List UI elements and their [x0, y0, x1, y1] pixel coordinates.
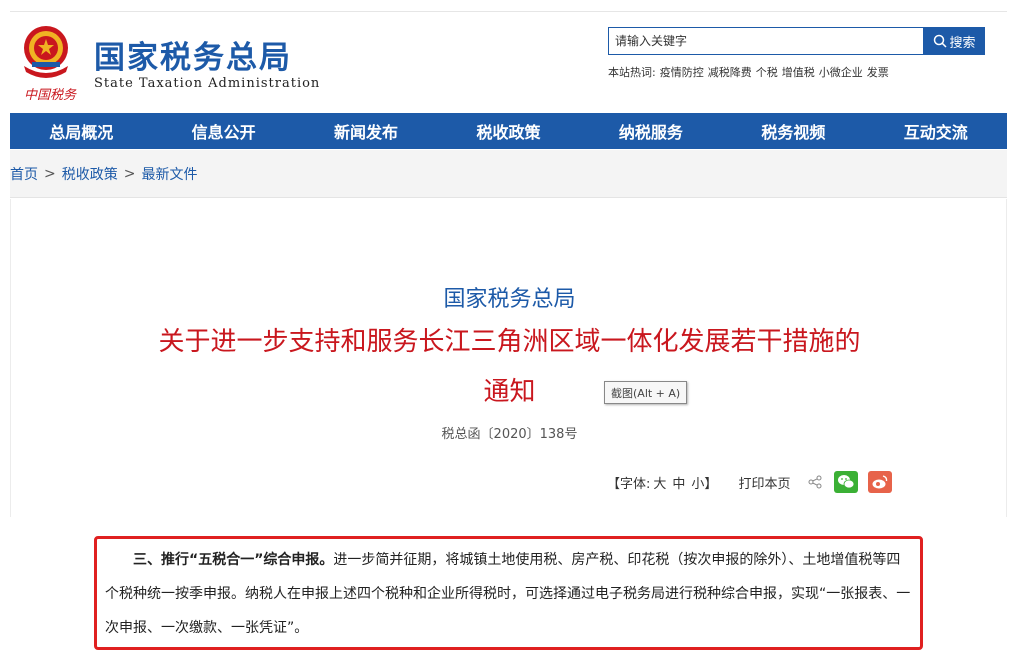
screenshot-tooltip: 截图(Alt + A) — [604, 381, 688, 404]
search-box — [608, 27, 924, 55]
font-size-small[interactable]: 小】 — [691, 473, 717, 492]
nav-item-news[interactable]: 新闻发布 — [295, 113, 437, 149]
article-title: 关于进一步支持和服务长江三角洲区域一体化发展若干措施的通知 — [158, 327, 861, 407]
hot-word[interactable]: 减税降费 — [708, 66, 752, 79]
excerpt-area: 三、推行“五税合一”综合申报。进一步简并征期，将城镇土地使用税、房产税、印花税（… — [10, 527, 1007, 661]
tax-emblem-icon — [24, 26, 68, 78]
breadcrumb-tax-policy[interactable]: 税收政策 — [62, 164, 118, 184]
article: 国家税务总局 关于进一步支持和服务长江三角洲区域一体化发展若干措施的通知 截图(… — [10, 199, 1007, 517]
search-icon — [934, 34, 948, 48]
hot-word[interactable]: 发票 — [867, 66, 889, 79]
highlighted-excerpt: 三、推行“五税合一”综合申报。进一步简并征期，将城镇土地使用税、房产税、印花税（… — [94, 536, 923, 650]
font-size-label: 【字体: — [607, 476, 651, 492]
nav-item-taxpayer-service[interactable]: 纳税服务 — [580, 113, 722, 149]
breadcrumb: 首页 > 税收政策 > 最新文件 — [10, 150, 1007, 198]
hot-word[interactable]: 增值税 — [782, 66, 815, 79]
search-input[interactable] — [609, 28, 923, 54]
wechat-icon — [838, 475, 855, 489]
breadcrumb-separator: > — [123, 165, 136, 182]
weibo-share-icon[interactable] — [868, 471, 893, 493]
hot-word[interactable]: 疫情防控 — [660, 66, 704, 79]
weibo-icon — [872, 475, 888, 489]
breadcrumb-latest-docs[interactable]: 最新文件 — [141, 164, 197, 184]
article-tools: 【字体: 大 中 小】 打印本页 — [607, 467, 893, 497]
wechat-share-icon[interactable] — [834, 471, 859, 493]
hot-word[interactable]: 小微企业 — [819, 66, 863, 79]
site-title[interactable]: 国家税务总局 — [94, 32, 292, 77]
main-nav: 总局概况 信息公开 新闻发布 税收政策 纳税服务 税务视频 互动交流 — [10, 113, 1007, 149]
print-button[interactable]: 打印本页 — [738, 473, 790, 492]
breadcrumb-separator: > — [44, 165, 56, 182]
excerpt-paragraph: 三、推行“五税合一”综合申报。进一步简并征期，将城镇土地使用税、房产税、印花税（… — [105, 543, 912, 645]
hot-words-label: 本站热词: — [608, 66, 656, 79]
search-button[interactable]: 搜索 — [924, 27, 985, 55]
emblem-caption: 中国税务 — [24, 88, 77, 103]
breadcrumb-home[interactable]: 首页 — [10, 164, 38, 184]
share-icon[interactable] — [808, 475, 822, 489]
document-number: 税总函〔2020〕138号 — [441, 427, 578, 442]
hot-word[interactable]: 个税 — [756, 66, 778, 79]
font-size-medium[interactable]: 中 — [672, 473, 685, 492]
nav-item-tax-video[interactable]: 税务视频 — [722, 113, 864, 149]
nav-item-interaction[interactable]: 互动交流 — [865, 113, 1007, 149]
nav-item-info-disclosure[interactable]: 信息公开 — [152, 113, 294, 149]
hot-words: 本站热词: 疫情防控 减税降费 个税 增值税 小微企业 发票 — [608, 64, 893, 80]
site-title-en: State Taxation Administration — [94, 76, 321, 91]
search-button-label: 搜索 — [949, 35, 976, 51]
nav-item-tax-policy[interactable]: 税收政策 — [437, 113, 579, 149]
article-issuer: 国家税务总局 — [443, 287, 576, 312]
font-size-large[interactable]: 大 — [653, 473, 666, 492]
nav-item-overview[interactable]: 总局概况 — [10, 113, 152, 149]
excerpt-heading: 三、推行“五税合一”综合申报。 — [133, 552, 334, 568]
